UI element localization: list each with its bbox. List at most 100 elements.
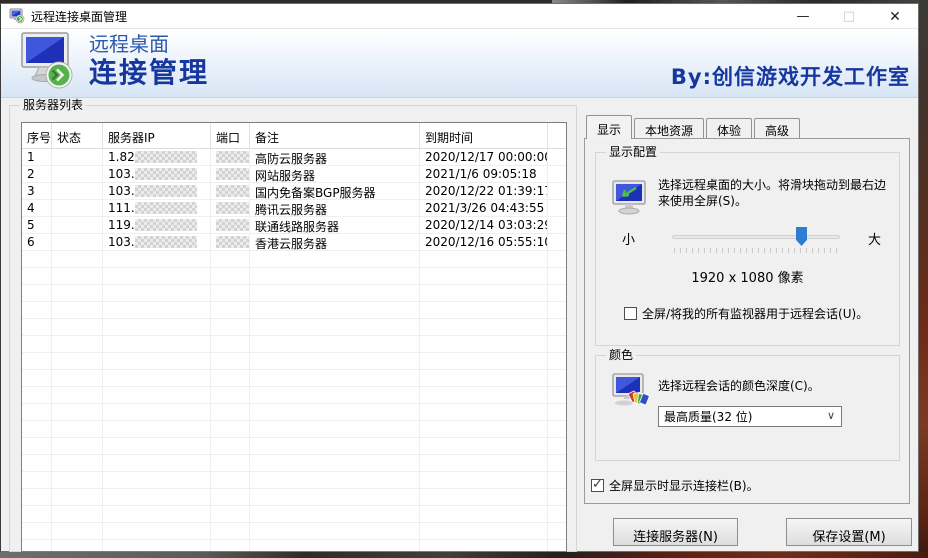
table-cell	[103, 336, 211, 353]
table-cell	[211, 438, 250, 455]
table-cell	[211, 268, 250, 285]
table-cell	[250, 506, 420, 523]
table-cell: 6	[22, 234, 52, 251]
table-cell	[548, 166, 566, 183]
column-header[interactable]: 状态	[52, 123, 103, 149]
redacted-ip	[135, 168, 197, 180]
table-cell	[548, 404, 566, 421]
table-empty-row	[22, 336, 566, 353]
color-depth-dropdown[interactable]: 最高质量(32 位) ∨	[658, 406, 842, 427]
table-cell	[211, 540, 250, 552]
table-cell	[250, 353, 420, 370]
table-cell	[420, 489, 548, 506]
table-cell: 2	[22, 166, 52, 183]
save-settings-button[interactable]: 保存设置(M)	[786, 518, 912, 546]
table-empty-row	[22, 387, 566, 404]
server-table[interactable]: 序号状态服务器IP端口备注到期时间 11.82高防云服务器2020/12/17 …	[21, 122, 567, 552]
column-header[interactable]: 到期时间	[420, 123, 548, 149]
table-row[interactable]: 3103.国内免备案BGP服务器2020/12/22 01:39:17	[22, 183, 566, 200]
connection-bar-checkbox-row[interactable]: 全屏显示时显示连接栏(B)。	[591, 477, 759, 494]
redacted-port	[216, 151, 249, 163]
table-cell	[250, 319, 420, 336]
table-cell	[548, 319, 566, 336]
table-cell	[103, 404, 211, 421]
tab-advanced[interactable]: 高级	[754, 118, 800, 139]
table-cell	[22, 472, 52, 489]
table-cell	[52, 455, 103, 472]
table-cell	[52, 251, 103, 268]
table-row[interactable]: 11.82高防云服务器2020/12/17 00:00:00	[22, 149, 566, 166]
table-cell	[52, 319, 103, 336]
table-cell	[211, 285, 250, 302]
redacted-ip	[135, 151, 197, 163]
table-cell	[52, 370, 103, 387]
table-cell	[103, 302, 211, 319]
table-cell	[22, 370, 52, 387]
redacted-port	[216, 219, 249, 231]
table-cell	[103, 489, 211, 506]
column-header[interactable]: 序号	[22, 123, 52, 149]
table-cell: 103.	[103, 166, 211, 183]
table-cell: 2020/12/17 00:00:00	[420, 149, 548, 166]
resolution-slider-thumb[interactable]	[796, 227, 807, 246]
table-row[interactable]: 2103.网站服务器2021/1/6 09:05:18	[22, 166, 566, 183]
table-cell	[52, 166, 103, 183]
table-cell	[103, 319, 211, 336]
table-cell	[250, 523, 420, 540]
fullscreen-monitors-checkbox-row[interactable]: 全屏/将我的所有监视器用于远程会话(U)。	[624, 305, 868, 322]
table-empty-row	[22, 404, 566, 421]
header-banner: 远程桌面 连接管理 By:创信游戏开发工作室	[1, 29, 918, 98]
tab-local-resources[interactable]: 本地资源	[634, 118, 704, 139]
table-cell	[52, 421, 103, 438]
column-header[interactable]: 端口	[211, 123, 250, 149]
chevron-down-icon: ∨	[827, 409, 835, 422]
tab-experience[interactable]: 体验	[706, 118, 752, 139]
table-cell	[22, 489, 52, 506]
connect-server-button[interactable]: 连接服务器(N)	[613, 518, 738, 546]
maximize-button[interactable]: □	[826, 4, 872, 29]
table-cell	[103, 472, 211, 489]
connection-bar-checkbox[interactable]	[591, 479, 604, 492]
minimize-button[interactable]: —	[780, 4, 826, 29]
color-group: 颜色 选择远程会话的颜色深度(C)。 最高质量(32 位) ∨	[595, 355, 900, 461]
display-size-icon	[610, 179, 650, 217]
table-cell	[420, 336, 548, 353]
table-cell	[250, 489, 420, 506]
table-cell	[420, 455, 548, 472]
redacted-ip	[135, 185, 197, 197]
table-cell	[211, 353, 250, 370]
close-button[interactable]: ✕	[872, 4, 918, 29]
table-row[interactable]: 6103.香港云服务器2020/12/16 05:55:10	[22, 234, 566, 251]
color-depth-icon	[610, 372, 650, 410]
tab-display[interactable]: 显示	[586, 115, 632, 139]
table-cell	[211, 149, 250, 166]
table-cell: 4	[22, 200, 52, 217]
column-header[interactable]: 服务器IP	[103, 123, 211, 149]
resolution-slider-track[interactable]	[672, 235, 840, 239]
table-cell	[420, 302, 548, 319]
table-row[interactable]: 5119.联通线路服务器2020/12/14 03:03:29	[22, 217, 566, 234]
table-cell	[548, 438, 566, 455]
column-header[interactable]: 备注	[250, 123, 420, 149]
table-cell	[420, 472, 548, 489]
window-title: 远程连接桌面管理	[31, 8, 127, 25]
fullscreen-monitors-checkbox[interactable]	[624, 307, 637, 320]
table-cell	[548, 217, 566, 234]
table-cell	[548, 455, 566, 472]
table-row[interactable]: 4111.腾讯云服务器2021/3/26 04:43:55	[22, 200, 566, 217]
table-cell	[420, 506, 548, 523]
slider-tick-marks	[674, 248, 838, 253]
table-cell	[548, 200, 566, 217]
table-cell	[52, 149, 103, 166]
table-cell	[52, 183, 103, 200]
title-bar[interactable]: 远程连接桌面管理 — □ ✕	[1, 4, 918, 29]
table-cell	[250, 540, 420, 552]
table-cell	[22, 302, 52, 319]
table-cell: 103.	[103, 234, 211, 251]
color-group-label: 颜色	[606, 348, 636, 362]
tab-page-display: 显示配置 选择远程桌面的大小。将滑块拖动到最右边来使用全屏(S)。 小 大 19…	[584, 138, 910, 504]
table-cell	[548, 353, 566, 370]
server-list-group-label: 服务器列表	[20, 98, 86, 112]
table-cell	[250, 285, 420, 302]
table-cell: 2020/12/16 05:55:10	[420, 234, 548, 251]
